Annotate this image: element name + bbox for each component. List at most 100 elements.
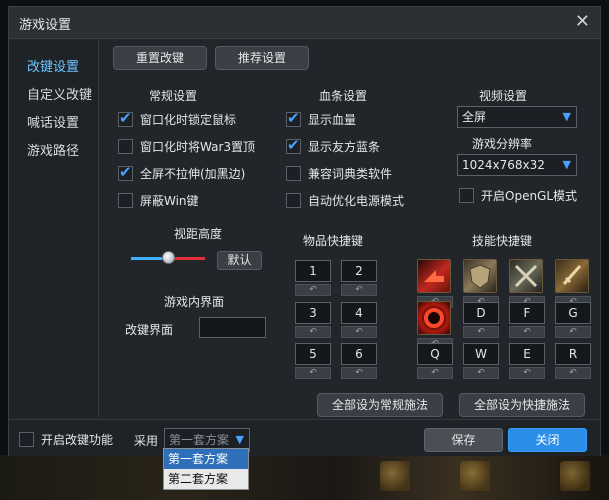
slider-thumb[interactable] [162,251,175,264]
plan-option-first[interactable]: 第一套方案 [164,449,248,469]
set-all-normal-cast-button[interactable]: 全部设为常规施法 [317,393,443,417]
show-ally-mana-option[interactable]: 显示友方蓝条 [286,136,381,155]
item-hotkey-slot[interactable]: 1 ↶ [295,260,331,296]
checkbox[interactable] [118,192,133,208]
shield-skill-icon[interactable] [463,259,497,293]
resolution-title: 游戏分辨率 [472,137,533,151]
crossed-swords-skill-icon[interactable] [509,259,543,293]
war3-topmost-option[interactable]: 窗口化时将War3置顶 [118,137,255,155]
view-distance-slider[interactable] [131,251,205,264]
reset-key-icon[interactable]: ↶ [341,367,377,379]
item-hotkey-slot[interactable]: 2 ↶ [341,260,377,296]
default-view-button[interactable]: 默认 [217,251,262,270]
item-key[interactable]: 3 [295,302,331,324]
skill-hotkey-slot[interactable]: D ↶ [463,302,499,338]
checkbox[interactable] [459,187,474,203]
red-vortex-skill-icon[interactable] [417,301,451,335]
checkbox[interactable] [286,192,301,208]
save-button[interactable]: 保存 [424,428,503,452]
item-hotkey-slot[interactable]: 3 ↶ [295,302,331,338]
skill-hotkey-slot[interactable]: Q ↶ [417,343,453,379]
reset-key-icon[interactable]: ↶ [509,367,545,379]
checkbox[interactable] [286,109,301,127]
block-win-key-option[interactable]: 屏蔽Win键 [118,191,199,209]
skill-key[interactable]: R [555,343,591,365]
item-key[interactable]: 4 [341,302,377,324]
reset-keys-button[interactable]: 重置改键 [113,46,207,70]
skill-key[interactable]: E [509,343,545,365]
checkbox[interactable] [286,165,301,181]
option-label: 显示友方蓝条 [308,139,381,154]
skill-hotkey-slot[interactable]: E ↶ [509,343,545,379]
footer-bar: 开启改键功能 采用 第一套方案 ▼ 保存 关闭 [9,419,600,456]
item-key[interactable]: 1 [295,260,331,282]
arrow-glyph [424,270,444,282]
sidebar-item-key-settings[interactable]: 改键设置 [9,54,99,82]
dictionary-compat-option[interactable]: 兼容词典类软件 [286,164,392,182]
chevron-down-icon: ▼ [562,110,571,123]
reset-key-icon[interactable]: ↶ [463,326,499,338]
checkbox[interactable] [118,163,133,181]
close-icon[interactable]: ✕ [575,11,590,32]
item-key[interactable]: 6 [341,343,377,365]
plan-option-second[interactable]: 第二套方案 [164,469,248,489]
ingame-ui-title: 游戏内界面 [164,295,225,309]
display-mode-select[interactable]: 全屏 ▼ [457,106,577,128]
reset-key-icon[interactable]: ↶ [295,326,331,338]
red-arrow-skill-icon[interactable] [417,259,451,293]
skill-hotkey-slot[interactable]: F ↶ [509,302,545,338]
item-hotkey-slot[interactable]: 6 ↶ [341,343,377,379]
show-health-option[interactable]: 显示血量 [286,109,356,128]
plan-dropdown-menu: 第一套方案 第二套方案 [163,448,249,490]
reset-key-icon[interactable]: ↶ [295,284,331,296]
reset-key-icon[interactable]: ↶ [463,367,499,379]
reset-key-icon[interactable]: ↶ [555,326,591,338]
reset-key-icon[interactable]: ↶ [509,326,545,338]
enable-rebind-option[interactable]: 开启改键功能 [19,430,113,448]
item-key[interactable]: 5 [295,343,331,365]
sword-skill-icon[interactable] [555,259,589,293]
option-label: 开启改键功能 [41,432,114,447]
option-label: 自动优化电源模式 [308,193,405,208]
rebind-ui-input[interactable] [199,317,266,338]
skill-hotkey-slot[interactable]: G ↶ [555,302,591,338]
vortex-glyph [424,308,444,328]
reset-key-icon[interactable]: ↶ [555,367,591,379]
sidebar-item-game-path[interactable]: 游戏路径 [9,138,99,166]
skill-hotkey-slot[interactable]: R ↶ [555,343,591,379]
power-mode-option[interactable]: 自动优化电源模式 [286,191,404,209]
reset-key-icon[interactable]: ↶ [417,367,453,379]
item-hotkey-slot[interactable]: 4 ↶ [341,302,377,338]
reset-key-icon[interactable]: ↶ [295,367,331,379]
checkbox[interactable] [118,109,133,127]
set-all-quick-cast-button[interactable]: 全部设为快捷施法 [459,393,585,417]
checkbox[interactable] [118,138,133,154]
skill-key[interactable]: F [509,302,545,324]
option-label: 屏蔽Win键 [140,193,199,208]
sidebar-item-custom-keys[interactable]: 自定义改键 [9,82,99,110]
resolution-select[interactable]: 1024x768x32 ▼ [457,154,577,176]
close-button[interactable]: 关闭 [508,428,587,452]
skill-hotkey-slot[interactable]: W ↶ [463,343,499,379]
item-key[interactable]: 2 [341,260,377,282]
lock-mouse-option[interactable]: 窗口化时锁定鼠标 [118,109,236,128]
general-settings-title: 常规设置 [149,89,198,103]
skill-key[interactable]: G [555,302,591,324]
no-stretch-option[interactable]: 全屏不拉伸(加黑边) [118,163,246,182]
option-label: 全屏不拉伸(加黑边) [140,166,246,181]
checkbox[interactable] [19,431,34,447]
skill-key[interactable]: D [463,302,499,324]
skill-key[interactable]: W [463,343,499,365]
game-hud-icon [460,461,490,491]
skill-key[interactable]: Q [417,343,453,365]
healthbar-settings-title: 血条设置 [319,89,368,103]
plan-value: 第一套方案 [169,433,230,447]
item-hotkey-slot[interactable]: 5 ↶ [295,343,331,379]
sidebar-item-shout-settings[interactable]: 喊话设置 [9,110,99,138]
checkbox[interactable] [286,136,301,154]
opengl-option[interactable]: 开启OpenGL模式 [459,186,577,204]
reset-key-icon[interactable]: ↶ [341,284,377,296]
recommended-settings-button[interactable]: 推荐设置 [215,46,309,70]
title-bar: 游戏设置 ✕ [9,7,600,39]
reset-key-icon[interactable]: ↶ [341,326,377,338]
